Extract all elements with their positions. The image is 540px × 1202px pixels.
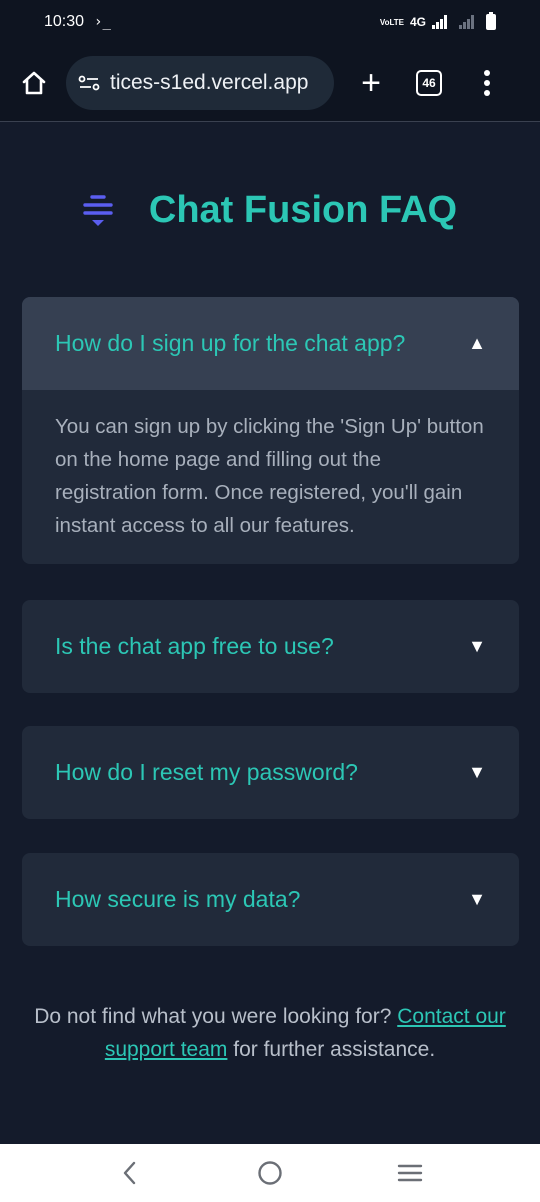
filter-lines-icon <box>83 195 113 226</box>
faq-question-text: How secure is my data? <box>55 886 301 912</box>
faq-question-text: How do I reset my password? <box>55 759 358 785</box>
faq-item: Is the chat app free to use? ▼ <box>22 600 519 693</box>
terminal-icon: ›_ <box>94 14 111 30</box>
address-bar[interactable]: tices-s1ed.vercel.app <box>66 55 334 110</box>
url-text: tices-s1ed.vercel.app <box>110 70 309 94</box>
volte-label: VoLTE <box>379 17 404 27</box>
tab-switcher-button[interactable]: 46 <box>416 69 442 96</box>
home-circle-icon <box>258 1161 282 1185</box>
more-options-button[interactable] <box>484 69 490 96</box>
expand-arrow-icon: ▼ <box>468 636 486 656</box>
faq-question-text: How do I sign up for the chat app? <box>55 330 406 356</box>
recents-lines-icon <box>397 1164 423 1182</box>
battery-icon <box>486 12 496 30</box>
system-nav-bar <box>0 1144 540 1202</box>
faq-item: How do I sign up for the chat app? ▲ You… <box>22 297 519 564</box>
page-title: Chat Fusion FAQ <box>148 188 458 231</box>
footer-prefix: Do not find what you were looking for? <box>34 1005 398 1028</box>
site-settings-icon[interactable] <box>78 74 100 92</box>
recents-button[interactable] <box>390 1153 430 1193</box>
faq-question-toggle[interactable]: How do I reset my password? ▼ <box>22 726 519 819</box>
faq-answer: You can sign up by clicking the 'Sign Up… <box>55 415 484 537</box>
faq-item: How do I reset my password? ▼ <box>22 726 519 819</box>
network-type: 4G <box>409 15 426 29</box>
expand-arrow-icon: ▼ <box>468 762 486 782</box>
signal-strength-icon <box>432 15 447 29</box>
status-time: 10:30 <box>44 13 85 30</box>
browser-toolbar: tices-s1ed.vercel.app + 46 <box>0 44 540 122</box>
home-icon <box>22 71 46 94</box>
footer-note: Do not find what you were looking for? C… <box>0 1000 540 1066</box>
home-button[interactable] <box>18 67 50 99</box>
back-button[interactable] <box>110 1153 150 1193</box>
faq-question-toggle[interactable]: How secure is my data? ▼ <box>22 853 519 946</box>
faq-question-text: Is the chat app free to use? <box>55 633 334 659</box>
signal-strength-sim2-icon <box>459 15 474 29</box>
new-tab-button[interactable]: + <box>354 66 388 100</box>
footer-suffix: for further assistance. <box>227 1038 436 1061</box>
status-bar: 10:30 ›_ VoLTE 4G <box>0 0 540 44</box>
back-chevron-icon <box>123 1161 136 1185</box>
faq-question-toggle[interactable]: How do I sign up for the chat app? ▲ <box>22 297 519 390</box>
faq-item: How secure is my data? ▼ <box>22 853 519 946</box>
page-header: Chat Fusion FAQ <box>0 178 540 242</box>
collapse-arrow-icon: ▲ <box>468 333 486 353</box>
home-nav-button[interactable] <box>250 1153 290 1193</box>
faq-question-toggle[interactable]: Is the chat app free to use? ▼ <box>22 600 519 693</box>
expand-arrow-icon: ▼ <box>468 889 486 909</box>
